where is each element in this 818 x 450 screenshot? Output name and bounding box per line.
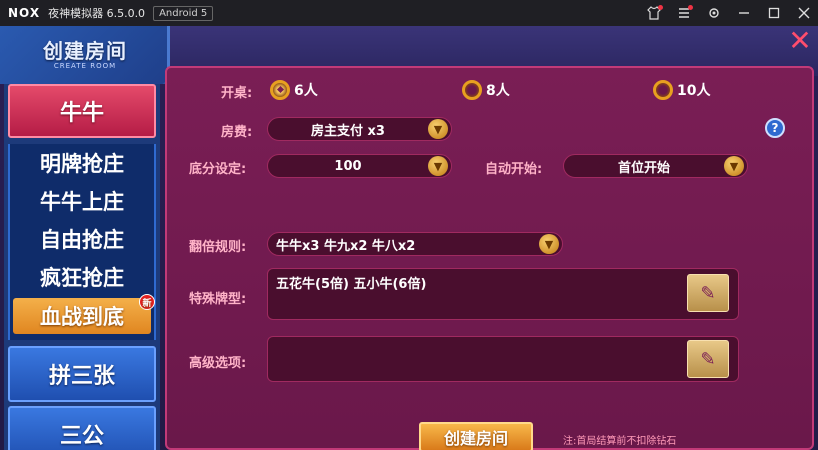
notification-dot — [658, 5, 663, 10]
radio-empty-icon — [653, 80, 673, 100]
gear-icon[interactable] — [706, 5, 722, 21]
option-6-players[interactable]: 6人 — [270, 80, 318, 100]
title-plate: 创建房间 CREATE ROOM — [0, 26, 170, 84]
multiplier-rules-value: 牛牛x3 牛九x2 牛八x2 — [276, 238, 416, 254]
mode-fengkuang-qiangzhuang[interactable]: 疯狂抢庄 — [10, 258, 154, 296]
nox-logo: NOX — [8, 6, 41, 20]
option-8-players[interactable]: 8人 — [462, 80, 510, 100]
diamond-notice: 注:首局结算前不扣除钻石 — [563, 436, 677, 447]
niuniu-mode-list: 明牌抢庄 牛牛上庄 自由抢庄 疯狂抢庄 血战到底 新 — [8, 144, 156, 340]
option-label: 6人 — [294, 83, 318, 99]
maximize-icon[interactable] — [766, 5, 782, 21]
special-hands-label: 特殊牌型: — [189, 292, 247, 307]
multiplier-rules-select[interactable]: 牛牛x3 牛九x2 牛八x2 ▼ — [267, 232, 563, 256]
advanced-options-field[interactable] — [267, 336, 739, 382]
edit-special-hands-button[interactable]: ✎ — [687, 274, 729, 312]
radio-selected-icon — [270, 80, 290, 100]
mode-label: 血战到底 — [40, 305, 124, 329]
special-hands-value: 五花牛(5倍) 五小牛(6倍) — [276, 277, 427, 292]
pencil-icon: ✎ — [700, 348, 716, 370]
radio-empty-icon — [462, 80, 482, 100]
edit-advanced-options-button[interactable]: ✎ — [687, 340, 729, 378]
mode-ziyou-qiangzhuang[interactable]: 自由抢庄 — [10, 220, 154, 258]
page-subtitle: CREATE ROOM — [53, 62, 117, 70]
x-close-icon[interactable]: ✕ — [788, 27, 812, 55]
create-room-button[interactable]: 创建房间 — [419, 422, 533, 450]
page-title: 创建房间 — [43, 39, 127, 63]
mode-xuezhan-daodi[interactable]: 血战到底 新 — [13, 294, 155, 334]
base-score-select[interactable]: 100 ▼ — [267, 154, 452, 178]
menu-icon[interactable] — [676, 5, 693, 21]
mode-mingpai-qiangzhuang[interactable]: 明牌抢庄 — [10, 144, 154, 182]
option-label: 8人 — [486, 83, 510, 99]
special-hands-field[interactable]: 五花牛(5倍) 五小牛(6倍) — [267, 268, 739, 320]
close-icon[interactable] — [796, 5, 812, 21]
base-score-value: 100 — [334, 158, 362, 174]
app-title: 夜神模拟器 6.5.0.0 — [48, 7, 146, 20]
table-size-label: 开桌: — [221, 86, 253, 101]
pencil-icon: ✎ — [700, 282, 716, 304]
advanced-options-label: 高级选项: — [189, 356, 247, 371]
android-version-badge: Android 5 — [153, 5, 214, 21]
multiplier-rules-label: 翻倍规则: — [189, 240, 247, 255]
category-sangong[interactable]: 三公 — [8, 406, 156, 450]
room-fee-select[interactable]: 房主支付 x3 ▼ — [267, 117, 452, 141]
chevron-down-icon: ▼ — [428, 119, 448, 139]
game-screen: 创建房间 CREATE ROOM ✕ 牛牛 明牌抢庄 牛牛上庄 自由抢庄 疯狂抢… — [0, 26, 818, 450]
window-controls — [646, 0, 812, 26]
chevron-down-icon: ▼ — [724, 156, 744, 176]
emulator-titlebar: NOX 夜神模拟器 6.5.0.0 Android 5 — [0, 0, 818, 26]
category-niuniu[interactable]: 牛牛 — [8, 84, 156, 138]
minimize-icon[interactable] — [736, 5, 752, 21]
room-fee-label: 房费: — [221, 125, 253, 140]
room-settings-panel: 开桌: 6人 8人 10人 房费: 房主支付 x3 ▼ ? 底分设定: 100 … — [165, 66, 814, 450]
notification-dot — [688, 5, 693, 10]
auto-start-select[interactable]: 首位开始 ▼ — [563, 154, 748, 178]
option-10-players[interactable]: 10人 — [653, 80, 710, 100]
new-badge: 新 — [139, 294, 155, 310]
mode-niuniu-shangzhuang[interactable]: 牛牛上庄 — [10, 182, 154, 220]
base-score-label: 底分设定: — [189, 162, 247, 177]
auto-start-value: 首位开始 — [617, 160, 670, 176]
room-fee-value: 房主支付 x3 — [311, 123, 385, 139]
auto-start-label: 自动开始: — [485, 162, 543, 177]
game-type-sidebar: 牛牛 明牌抢庄 牛牛上庄 自由抢庄 疯狂抢庄 血战到底 新 拼三张 三公 — [4, 84, 160, 450]
help-icon[interactable]: ? — [765, 118, 785, 138]
category-pinsanzhang[interactable]: 拼三张 — [8, 346, 156, 402]
chevron-down-icon: ▼ — [539, 234, 559, 254]
chevron-down-icon: ▼ — [428, 156, 448, 176]
shirt-icon[interactable] — [646, 5, 663, 21]
option-label: 10人 — [677, 83, 711, 99]
